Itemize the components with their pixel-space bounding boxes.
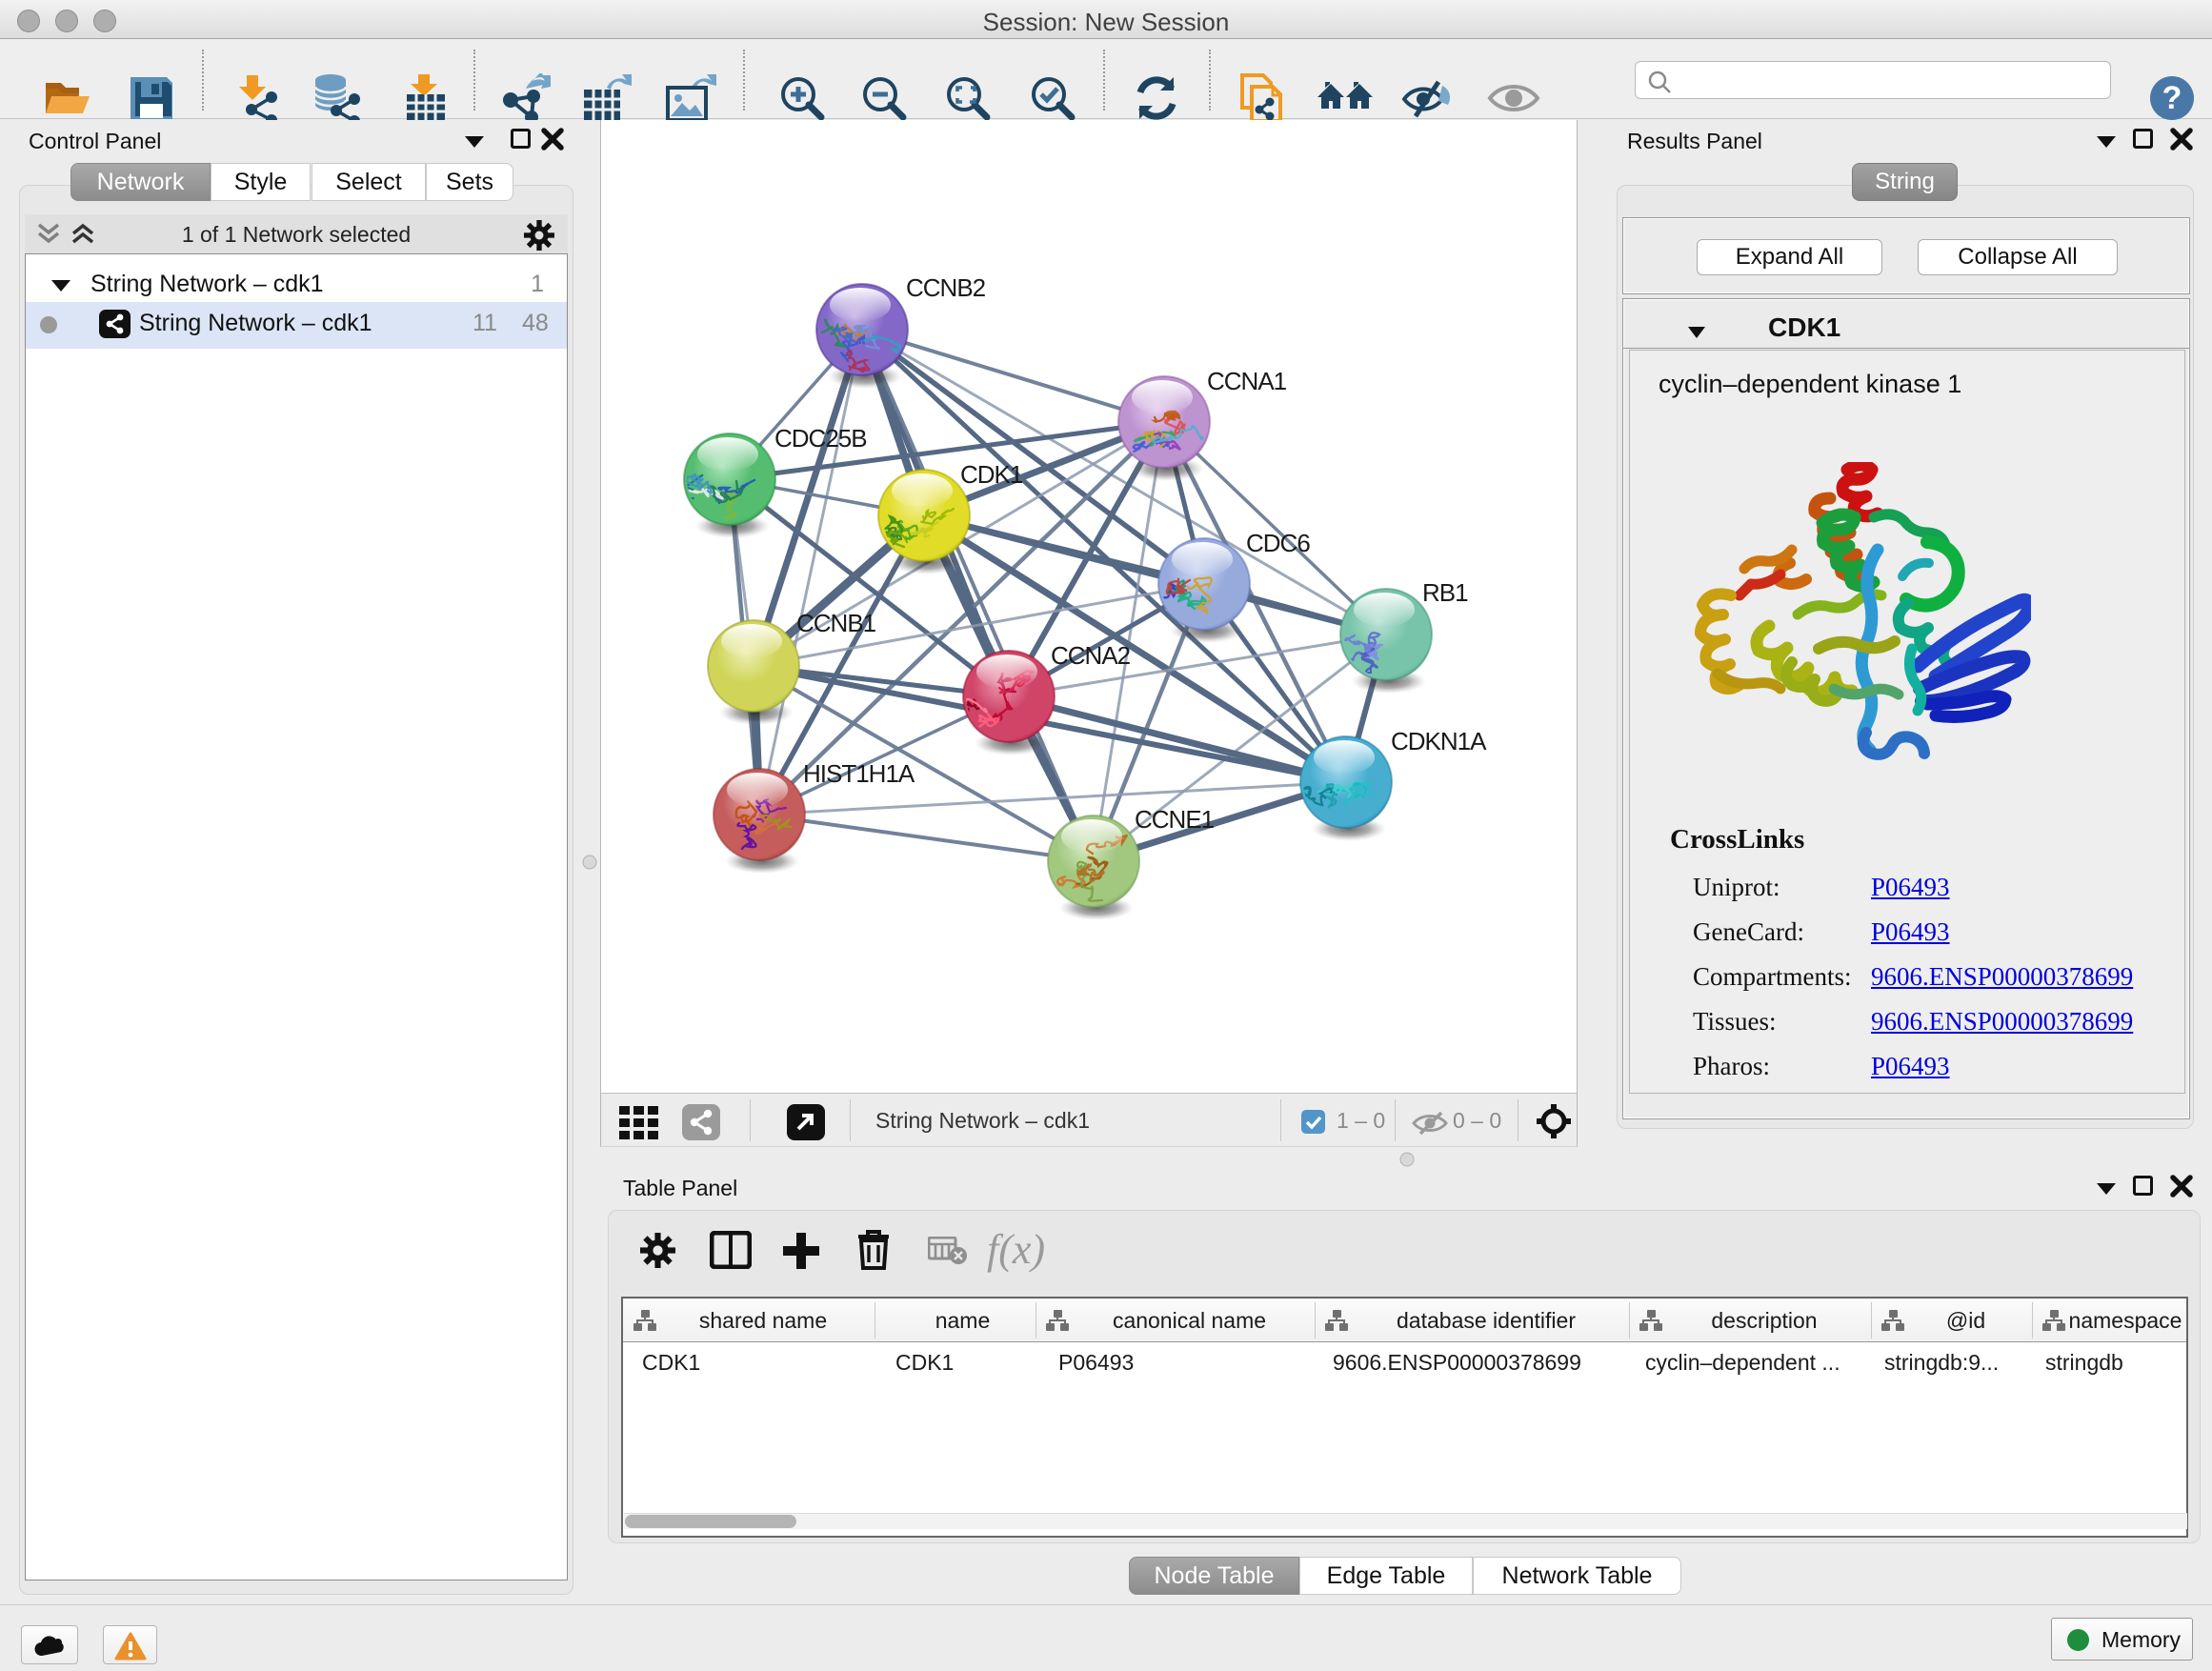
svg-text:CDC25B: CDC25B xyxy=(774,424,867,453)
svg-text:CCNE1: CCNE1 xyxy=(1135,805,1215,834)
svg-text:CCNA1: CCNA1 xyxy=(1207,367,1287,395)
svg-text:?: ? xyxy=(2162,80,2182,116)
svg-text:CDK1: CDK1 xyxy=(960,460,1023,489)
svg-text:HIST1H1A: HIST1H1A xyxy=(803,759,915,788)
svg-text:CCNB2: CCNB2 xyxy=(906,273,986,302)
svg-text:CCNA2: CCNA2 xyxy=(1051,641,1131,670)
svg-text:RB1: RB1 xyxy=(1422,578,1468,607)
svg-text:CDKN1A: CDKN1A xyxy=(1391,727,1487,755)
svg-text:CCNB1: CCNB1 xyxy=(796,609,876,637)
svg-text:CDC6: CDC6 xyxy=(1246,529,1310,557)
